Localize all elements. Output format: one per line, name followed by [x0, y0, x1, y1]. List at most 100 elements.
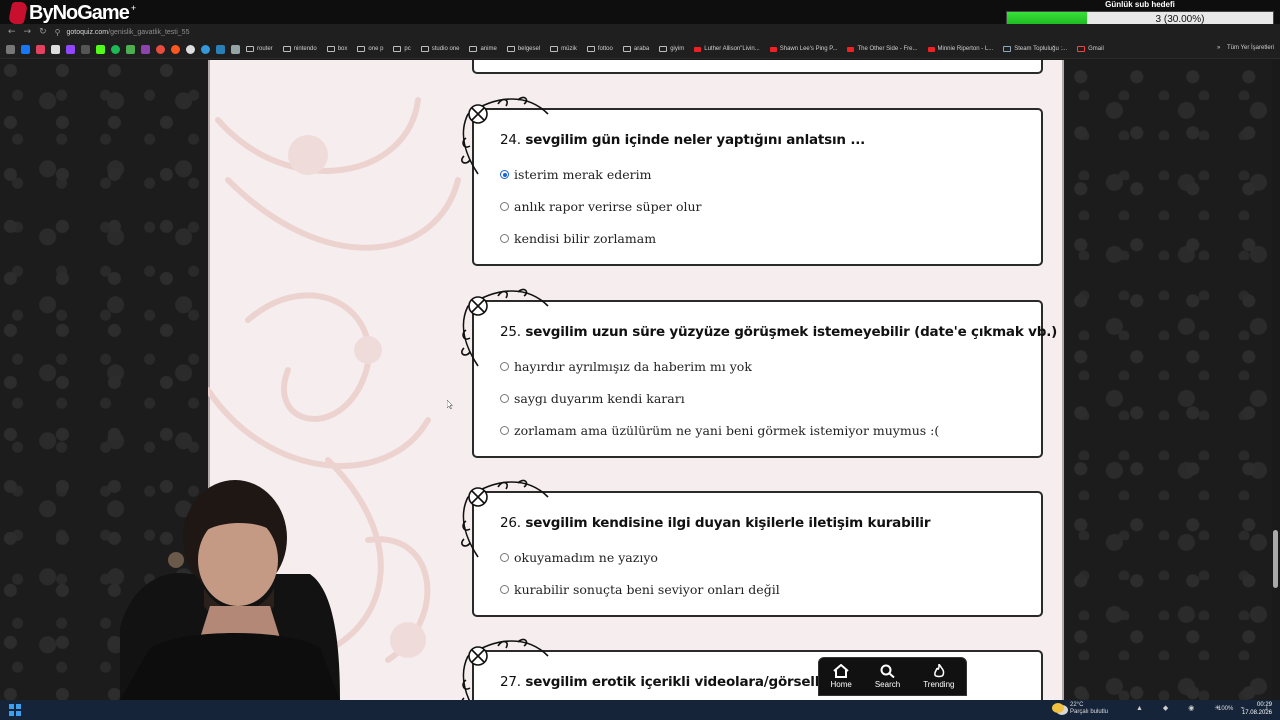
bookmark-gmail[interactable]: Gmail — [1077, 46, 1104, 52]
radio-button[interactable] — [500, 426, 509, 435]
bookmark-icon[interactable] — [156, 44, 165, 54]
answer-option[interactable]: hayırdır ayrılmışız da haberim mı yok — [500, 359, 752, 374]
bookmark-fottoo[interactable]: fottoo — [586, 46, 613, 52]
question-number: 27. — [500, 674, 521, 690]
bookmark-box[interactable]: box — [326, 46, 348, 52]
site-info-icon[interactable]: ⚲ — [55, 28, 61, 37]
bookmark-icon[interactable] — [81, 44, 90, 54]
channel-logo: ByNoGame + — [7, 0, 136, 26]
radio-button[interactable] — [500, 202, 509, 211]
sub-goal-title: Günlük sub hedefi — [1105, 0, 1175, 9]
answer-label: okuyamadım ne yazıyo — [514, 550, 658, 565]
instagram-icon[interactable] — [36, 44, 45, 54]
bookmark-studio-one[interactable]: studio one — [420, 46, 459, 52]
bookmark-label: Shawn Lee's Ping P... — [779, 46, 838, 52]
bookmark-the-other-side[interactable]: The Other Side - Fre... — [847, 46, 918, 52]
radio-button-selected[interactable] — [500, 170, 509, 179]
bookmark-icon[interactable] — [171, 44, 180, 54]
weather-desc: Parçalı bulutlu — [1070, 709, 1109, 715]
taskbar-clock[interactable]: 00:29 17.08.2026 — [1240, 701, 1272, 717]
background-pattern-right — [1064, 60, 1280, 700]
scrollbar-thumb[interactable] — [1273, 530, 1278, 588]
previous-question-card — [472, 60, 1043, 74]
question-number: 25. — [500, 324, 521, 340]
bookmark-icon[interactable] — [141, 44, 150, 54]
radio-button[interactable] — [500, 394, 509, 403]
bookmark-nintendo[interactable]: nintendo — [282, 46, 317, 52]
home-icon — [833, 664, 849, 678]
answer-option[interactable]: kurabilir sonuçta beni seviyor onları de… — [500, 582, 780, 597]
answer-option[interactable]: isterim merak ederim — [500, 167, 651, 182]
url-text[interactable]: gotoquiz.com/genislik_gavatlik_testi_55 — [67, 29, 190, 36]
bookmark-luther-allison[interactable]: Luther Allison"Livin... — [694, 46, 760, 52]
bookmark-icon[interactable] — [216, 44, 225, 54]
bookmark-label: belgesel — [517, 46, 541, 52]
page-scrollbar[interactable] — [1272, 60, 1280, 700]
answer-option[interactable]: anlık rapor verirse süper olur — [500, 199, 702, 214]
bookmark-steam-community[interactable]: Steam Topluluğu :... — [1003, 46, 1067, 52]
answer-option[interactable]: saygı duyarım kendi kararı — [500, 391, 685, 406]
bookmark-label: fottoo — [597, 46, 613, 52]
radio-button[interactable] — [500, 362, 509, 371]
kick-icon[interactable] — [96, 44, 105, 54]
bookmark-muzik[interactable]: müzik — [550, 46, 577, 52]
battery-indicator[interactable]: 100% — [1218, 706, 1233, 712]
address-bar: ← → ↻ ⚲ gotoquiz.com/genislik_gavatlik_t… — [0, 24, 1280, 40]
bookmark-shawn-lee[interactable]: Shawn Lee's Ping P... — [769, 46, 838, 52]
bookmark-label: box — [337, 46, 348, 52]
apps-icon[interactable] — [6, 44, 15, 54]
facebook-icon[interactable] — [21, 44, 30, 54]
bookmark-giyim[interactable]: giyim — [659, 46, 684, 52]
bookmark-label: Gmail — [1088, 46, 1104, 52]
bookmark-icon[interactable] — [201, 44, 210, 54]
answer-option[interactable]: zorlamam ama üzülürüm ne yani beni görme… — [500, 423, 939, 438]
folder-icon — [469, 46, 478, 52]
bookmark-label: one p — [368, 46, 384, 52]
new-tab-icon[interactable]: + — [131, 3, 136, 13]
bookmark-icon[interactable] — [231, 44, 240, 54]
folder-icon — [622, 46, 631, 52]
answer-option[interactable]: kendisi bilir zorlamam — [500, 231, 656, 246]
bottom-navigation: Home Search Trending — [818, 657, 967, 696]
question-card-24: 24. sevgilim gün içinde neler yaptığını … — [461, 96, 1043, 266]
search-button[interactable]: Search — [875, 664, 900, 689]
folder-icon — [550, 46, 559, 52]
reload-icon[interactable]: ↻ — [39, 27, 47, 37]
bookmark-one-p[interactable]: one p — [357, 46, 383, 52]
steam-icon[interactable] — [186, 44, 195, 54]
question-card-25: 25. sevgilim uzun süre yüzyüze görüşmek … — [461, 288, 1057, 458]
bookmark-router[interactable]: router — [246, 46, 273, 52]
url-domain: gotoquiz.com — [66, 28, 109, 36]
question-text: sevgilim uzun süre yüzyüze görüşmek iste… — [525, 324, 1058, 340]
answer-label: kendisi bilir zorlamam — [514, 231, 657, 246]
spotify-icon[interactable] — [111, 44, 120, 54]
bookmark-label: müzik — [561, 46, 577, 52]
windows-start-icon[interactable] — [9, 704, 21, 716]
radio-button[interactable] — [500, 234, 509, 243]
answer-label: isterim merak ederim — [514, 167, 652, 182]
trending-button[interactable]: Trending — [923, 664, 954, 689]
radio-button[interactable] — [500, 553, 509, 562]
bookmark-anime[interactable]: anime — [469, 46, 497, 52]
radio-button[interactable] — [500, 585, 509, 594]
all-bookmarks-label: Tüm Yer İşaretleri — [1226, 45, 1274, 51]
answer-label: anlık rapor verirse süper olur — [514, 199, 702, 214]
bookmark-minnie-riperton[interactable]: Minnie Riperton - L... — [927, 46, 993, 52]
bookmark-label: nintendo — [293, 46, 317, 52]
bookmark-label: anime — [480, 46, 497, 52]
twitch-icon[interactable] — [66, 44, 75, 54]
answer-label: kurabilir sonuçta beni seviyor onları de… — [514, 582, 780, 597]
bookmark-icon[interactable] — [126, 44, 135, 54]
weather-temp: 22°C — [1070, 702, 1084, 708]
x-icon[interactable] — [51, 44, 60, 54]
answer-label: saygı duyarım kendi kararı — [514, 391, 685, 406]
bookmark-pc[interactable]: pc — [393, 46, 411, 52]
back-icon[interactable]: ← — [8, 27, 16, 37]
answer-option[interactable]: okuyamadım ne yazıyo — [500, 550, 658, 565]
forward-icon[interactable]: → — [24, 27, 32, 37]
bookmark-araba[interactable]: araba — [622, 46, 649, 52]
clock-date: 17.08.2026 — [1241, 710, 1272, 716]
bookmark-belgesel[interactable]: belgesel — [506, 46, 541, 52]
home-button[interactable]: Home — [831, 664, 852, 689]
all-bookmarks-button[interactable]: » Tüm Yer İşaretleri — [1217, 45, 1274, 51]
